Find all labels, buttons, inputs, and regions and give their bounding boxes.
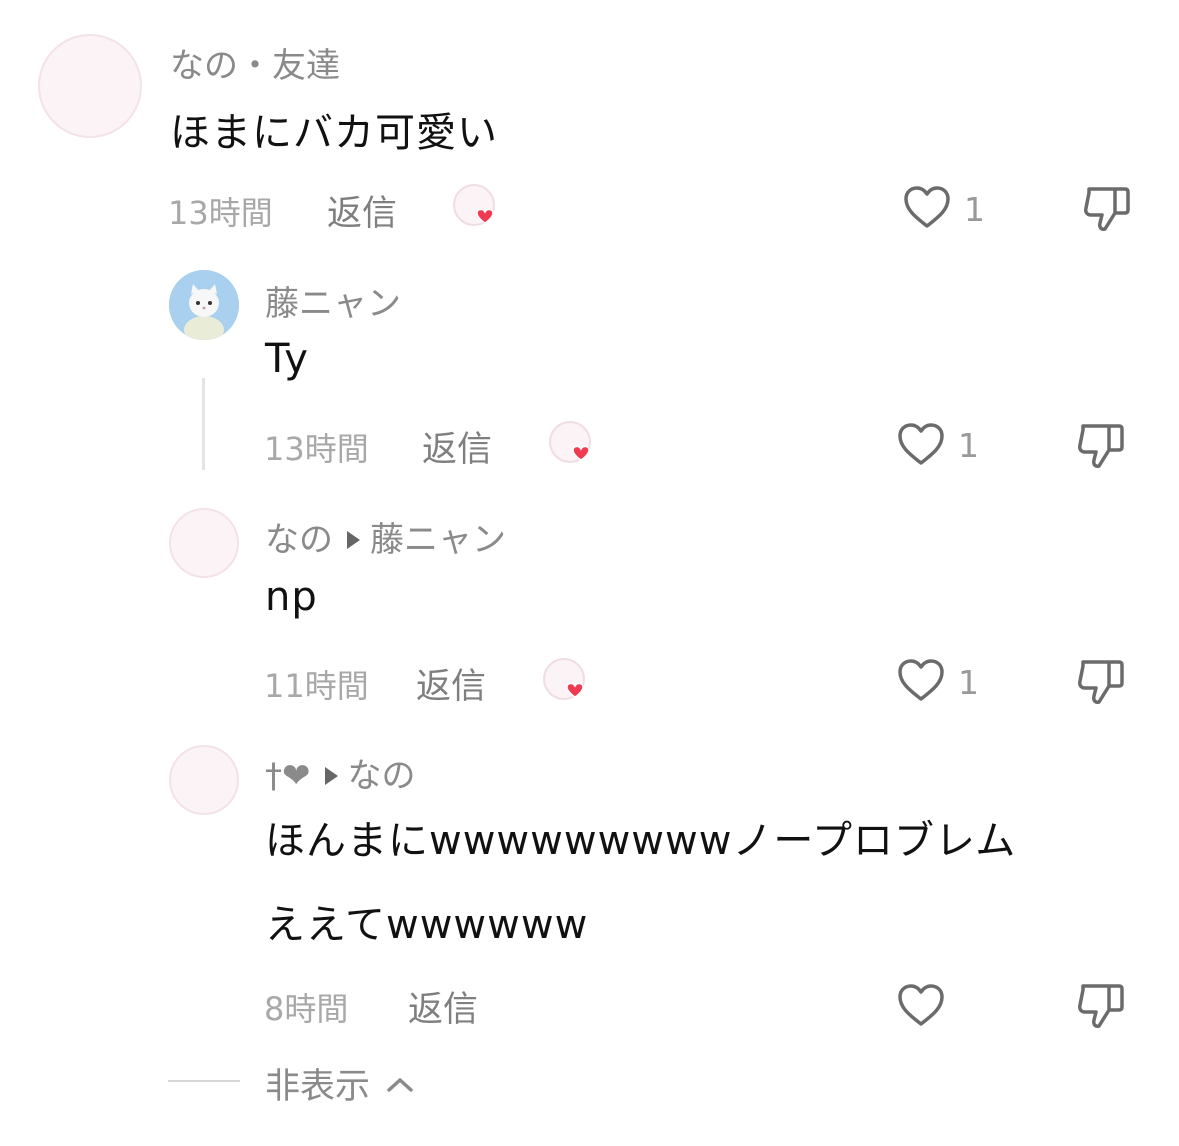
reply-to-username[interactable]: なの: [348, 756, 416, 796]
chevron-up-icon: [387, 1078, 413, 1092]
avatar[interactable]: [38, 34, 142, 138]
heart-outline-icon[interactable]: [896, 421, 946, 467]
thumbs-down-icon[interactable]: [1075, 980, 1127, 1032]
reply-text: Ty: [265, 336, 309, 382]
like-count: 1: [964, 190, 985, 229]
reply-timestamp: 8時間: [264, 990, 349, 1028]
reply-username[interactable]: 藤ニャン: [265, 276, 401, 325]
avatar[interactable]: [169, 508, 239, 578]
reply-to-username[interactable]: 藤ニャン: [370, 520, 506, 560]
reply-username-line: †❤ なの: [265, 748, 416, 797]
comment-text: ほまにバカ可愛い: [170, 110, 498, 156]
reply-arrow-icon: [324, 767, 338, 785]
creator-heart-badge-icon: [543, 658, 585, 700]
hide-replies-label: 非表示: [265, 1067, 371, 1107]
reply-text-line: ほんまにwwwwwwwwwノープロブレム: [265, 818, 1017, 864]
avatar[interactable]: [169, 745, 239, 815]
reply-text: np: [265, 574, 318, 620]
reply-timestamp: 13時間: [264, 430, 369, 468]
hide-replies-button[interactable]: 非表示: [265, 1058, 415, 1109]
thumbs-down-icon[interactable]: [1081, 183, 1133, 235]
thread-line: [202, 378, 205, 470]
divider: [168, 1080, 240, 1082]
cat-avatar-icon: [169, 270, 239, 340]
heart-outline-icon[interactable]: [896, 657, 946, 703]
reply-username[interactable]: †❤: [265, 756, 311, 796]
reply-button[interactable]: 返信: [422, 421, 492, 472]
creator-heart-badge-icon: [549, 421, 591, 463]
reply-username-line: なの 藤ニャン: [265, 512, 506, 561]
reply-text-line: ええてwwwwww: [265, 902, 589, 948]
heart-outline-icon[interactable]: [896, 982, 946, 1028]
like-count: 1: [958, 663, 979, 702]
heart-outline-icon[interactable]: [902, 184, 952, 230]
avatar[interactable]: [169, 270, 239, 340]
like-count: 1: [958, 426, 979, 465]
reply-username[interactable]: なの: [265, 520, 333, 560]
thumbs-down-icon[interactable]: [1075, 656, 1127, 708]
thumbs-down-icon[interactable]: [1075, 420, 1127, 472]
reply-timestamp: 11時間: [264, 667, 369, 705]
comment-timestamp: 13時間: [168, 194, 273, 232]
comment-username[interactable]: なの・友達: [170, 38, 340, 87]
reply-arrow-icon: [347, 531, 360, 549]
reply-button[interactable]: 返信: [416, 658, 486, 709]
reply-button[interactable]: 返信: [408, 981, 478, 1032]
creator-heart-badge-icon: [453, 184, 495, 226]
reply-button[interactable]: 返信: [327, 185, 397, 236]
